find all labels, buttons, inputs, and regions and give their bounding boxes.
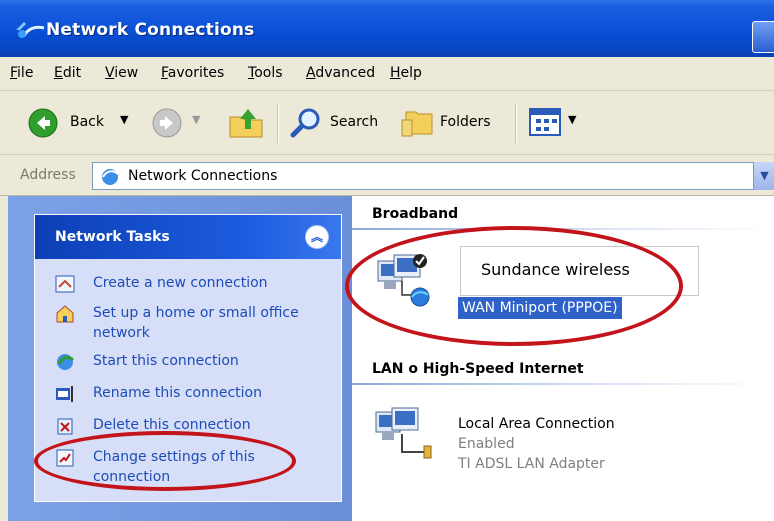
menu-file[interactable]: File [10, 65, 33, 81]
toolbar-separator [277, 103, 279, 143]
lan-connection-icon[interactable] [372, 406, 432, 466]
folders-button-label[interactable]: Folders [440, 114, 491, 130]
views-dropdown-icon[interactable]: ▼ [568, 113, 576, 126]
address-input[interactable]: Network Connections [92, 162, 754, 190]
address-bar: Address Network Connections ▼ [0, 155, 774, 196]
minimize-button[interactable] [752, 21, 774, 53]
connections-list: Broadband WAN Miniport (PPPOE) Sundance … [345, 196, 774, 521]
annotation-ellipse-settings [34, 431, 296, 491]
toolbar-separator [515, 103, 517, 143]
menu-view[interactable]: View [105, 65, 138, 81]
task-label: Rename this connection [93, 385, 262, 401]
task-label: Set up a home or small office network [93, 305, 299, 341]
menu-help[interactable]: Help [390, 65, 422, 81]
back-dropdown-icon[interactable]: ▼ [120, 113, 128, 126]
back-button-label[interactable]: Back [70, 114, 104, 130]
network-tasks-title: Network Tasks [55, 229, 170, 245]
lan-connection-status: Enabled [458, 436, 515, 452]
task-label: Create a new connection [93, 275, 268, 291]
task-label: Start this connection [93, 353, 239, 369]
menu-tools[interactable]: Tools [248, 65, 283, 81]
forward-dropdown-icon[interactable]: ▼ [192, 113, 200, 126]
collapse-chevron-icon[interactable]: ︽ [305, 225, 329, 249]
task-pane: Network Tasks ︽ Create a new connection … [8, 196, 352, 521]
group-header-broadband: Broadband [372, 206, 459, 222]
menu-advanced[interactable]: Advanced [306, 65, 375, 81]
title-bar[interactable]: Network Connections [0, 0, 774, 57]
toolbar: Back ▼ ▼ Search Folders ▼ [0, 91, 774, 155]
menu-favorites[interactable]: Favorites [161, 65, 224, 81]
start-connection-icon [57, 354, 75, 370]
search-button-label[interactable]: Search [330, 114, 378, 130]
annotation-ellipse-broadband [345, 226, 683, 346]
folders-icon[interactable] [400, 106, 436, 138]
search-icon[interactable] [290, 107, 322, 139]
network-tasks-header[interactable]: Network Tasks ︽ [35, 215, 341, 259]
new-connection-icon [55, 275, 75, 293]
window-title: Network Connections [46, 20, 255, 40]
menu-bar: File Edit View Favorites Tools Advanced … [0, 57, 774, 91]
up-folder-icon[interactable] [228, 105, 264, 139]
forward-arrow-icon[interactable] [152, 108, 182, 138]
views-icon[interactable] [528, 105, 564, 139]
address-value: Network Connections [128, 168, 278, 184]
group-divider [352, 383, 774, 385]
delete-icon [57, 418, 73, 435]
network-connections-icon [16, 22, 45, 38]
menu-edit[interactable]: Edit [54, 65, 81, 81]
lan-connection-device: TI ADSL LAN Adapter [458, 456, 605, 472]
address-label: Address [20, 167, 76, 183]
group-header-lan: LAN o High-Speed Internet [372, 361, 584, 377]
home-network-icon [56, 305, 74, 323]
back-arrow-icon[interactable] [28, 108, 58, 138]
rename-icon [56, 386, 73, 402]
address-dropdown-button[interactable]: ▼ [753, 162, 774, 190]
network-connections-icon [102, 169, 119, 185]
explorer-window: Network Connections File Edit View Favor… [0, 0, 774, 521]
lan-connection-name[interactable]: Local Area Connection [458, 416, 615, 432]
